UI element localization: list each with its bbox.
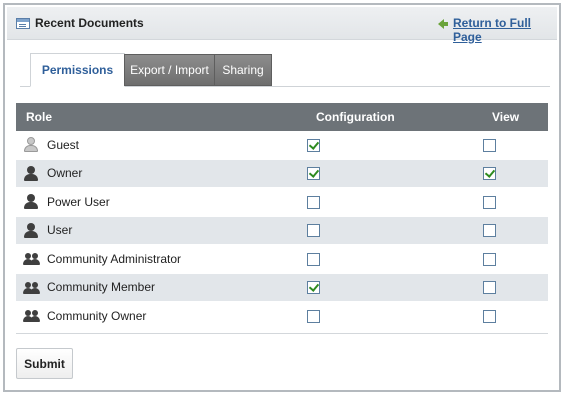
view-cell [482,301,548,331]
role-label: Community Owner [47,308,147,323]
tab-sharing[interactable]: Sharing [214,54,272,86]
role-label: Power User [47,194,110,209]
user-icon [23,222,41,238]
group-icon [23,280,41,295]
table-row: Community Administrator [16,244,548,274]
view-checkbox[interactable] [483,138,496,152]
role-cell: User [16,216,306,245]
divider [16,333,548,334]
tab-permissions[interactable]: Permissions [30,53,125,87]
role-cell: Owner [16,159,306,188]
configuration-checkbox[interactable] [307,252,320,266]
role-cell: Power User [16,187,306,217]
column-header-configuration: Configuration [306,103,482,131]
table-row: Power User [16,187,548,217]
role-label: Community Member [47,280,156,295]
view-checkbox[interactable] [483,167,496,181]
configuration-checkbox[interactable] [307,224,320,238]
configuration-checkbox[interactable] [307,281,320,295]
configuration-checkbox[interactable] [307,309,320,323]
user-icon [23,165,41,181]
configuration-cell [306,131,482,160]
view-cell [482,131,548,160]
tab-bar: Permissions Export / Import Sharing [20,53,550,87]
configuration-cell [306,159,482,188]
view-checkbox[interactable] [483,281,496,295]
table-row: Owner [16,159,548,188]
configuration-cell [306,244,482,274]
table-row: Community Owner [16,301,548,331]
role-cell: Community Administrator [16,244,306,274]
table-row: Guest [16,131,548,160]
guest-user-icon [23,137,41,153]
view-cell [482,216,548,245]
table-row: Community Member [16,273,548,302]
column-header-role: Role [16,103,306,131]
permissions-table: Role Configuration View Guest Owner Power … [16,103,548,331]
group-icon [23,251,41,266]
configuration-cell [306,187,482,217]
configuration-cell [306,273,482,302]
table-header-row: Role Configuration View [16,103,548,131]
role-cell: Community Member [16,273,306,302]
table-row: User [16,216,548,245]
portlet-title: Recent Documents [35,16,144,30]
configuration-cell [306,216,482,245]
role-label: User [47,223,73,238]
view-checkbox[interactable] [483,252,496,266]
group-icon [23,308,41,323]
configuration-cell [306,301,482,331]
tab-export-import[interactable]: Export / Import [124,54,215,86]
return-to-full-page-link[interactable]: Return to Full Page [453,16,557,44]
role-cell: Guest [16,131,306,160]
view-cell [482,187,548,217]
view-checkbox[interactable] [483,309,496,323]
configuration-checkbox[interactable] [307,167,320,181]
role-label: Owner [47,166,83,181]
column-header-view: View [482,103,548,131]
back-arrow-icon[interactable] [438,19,448,29]
submit-button[interactable]: Submit [16,348,73,379]
user-icon [23,194,41,210]
role-label: Community Administrator [47,251,182,266]
view-cell [482,273,548,302]
role-label: Guest [47,137,80,152]
view-checkbox[interactable] [483,224,496,238]
portlet-header: Recent Documents Return to Full Page [7,7,557,44]
view-cell [482,159,548,188]
configuration-checkbox[interactable] [307,138,320,152]
portlet-window-icon [16,18,30,29]
view-checkbox[interactable] [483,195,496,209]
role-cell: Community Owner [16,301,306,331]
view-cell [482,244,548,274]
configuration-checkbox[interactable] [307,195,320,209]
